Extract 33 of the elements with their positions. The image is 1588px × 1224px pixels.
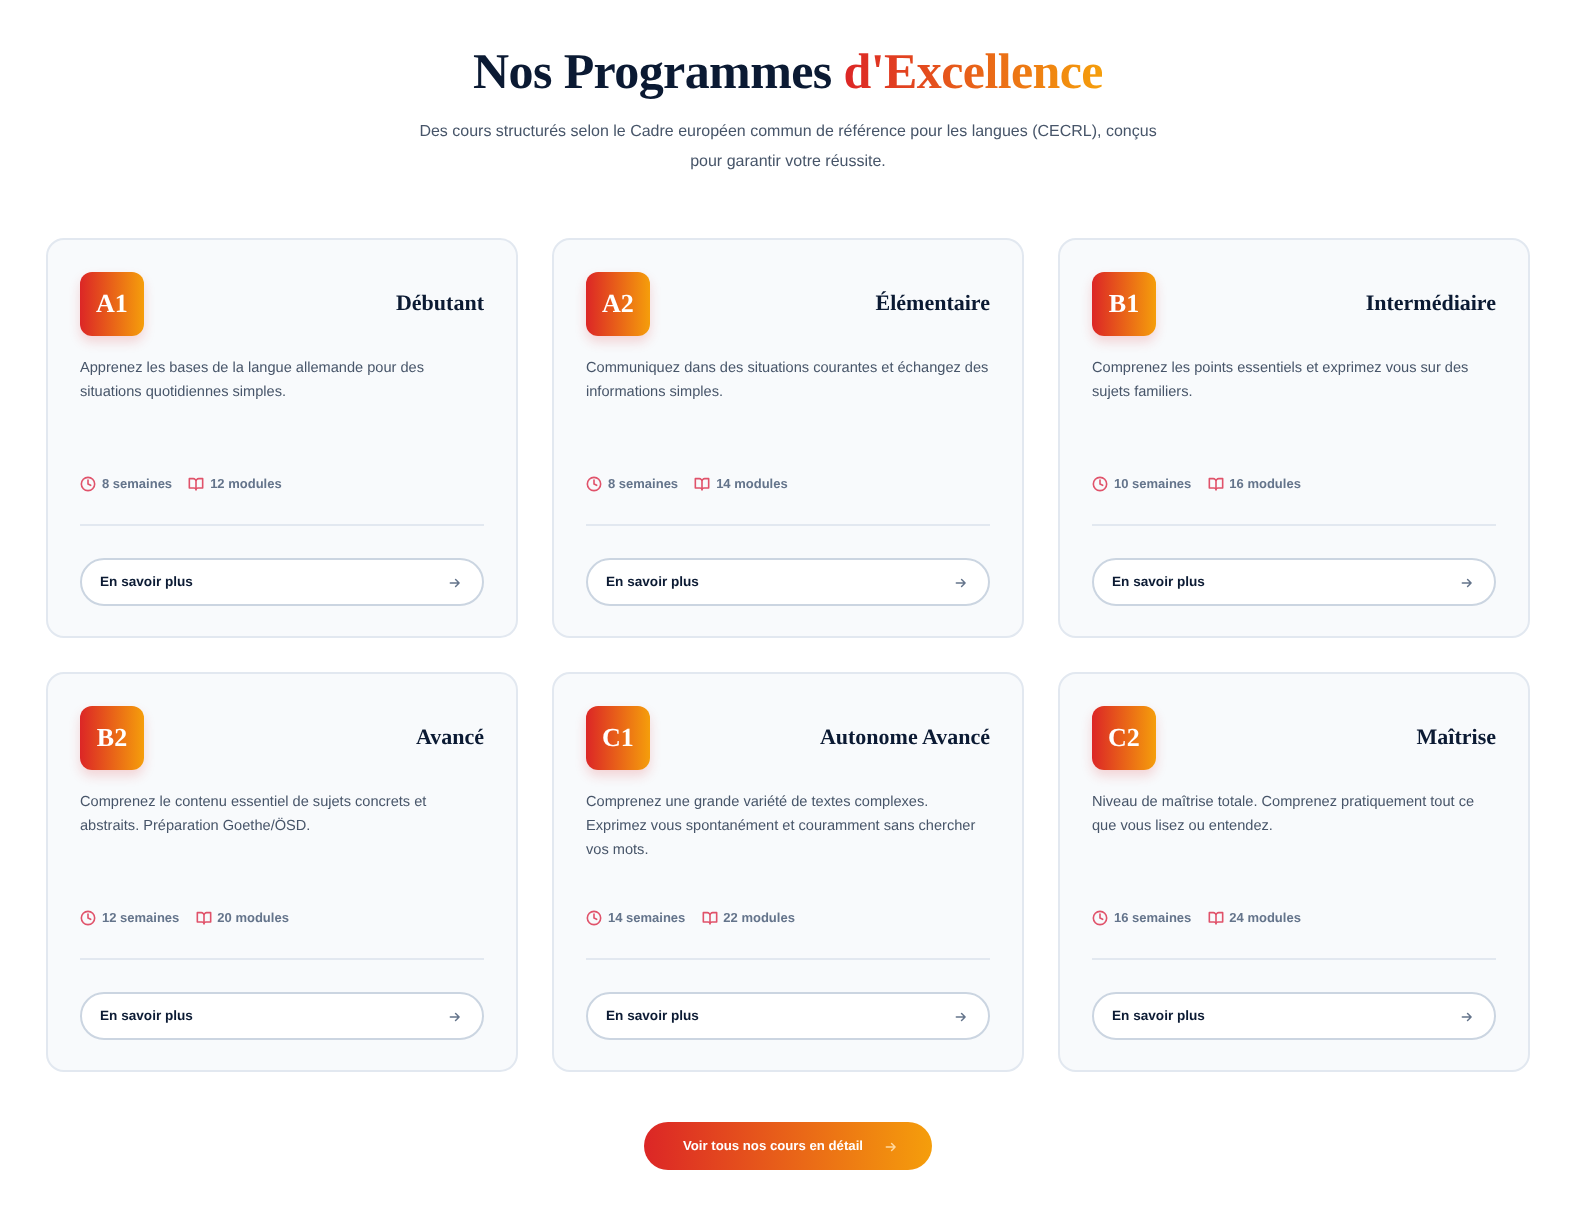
arrow-icon [448, 575, 462, 589]
level-name: Avancé [415, 726, 484, 750]
level-name: Maîtrise [1416, 726, 1496, 750]
clock-icon [1092, 476, 1108, 492]
arrow-icon [448, 1009, 462, 1023]
arrow-icon [1460, 1009, 1474, 1023]
clock-icon [586, 910, 602, 926]
book-icon [195, 910, 212, 926]
book-icon [694, 476, 711, 492]
level-badge: A1 [80, 272, 144, 336]
arrow-icon [1460, 575, 1474, 589]
level-badge: C1 [586, 706, 650, 770]
clock-icon [1092, 910, 1108, 926]
level-name: Intermédiaire [1365, 292, 1496, 316]
arrow-icon [954, 1009, 968, 1023]
section-title: Nos Programmes d'Excellence [471, 44, 1105, 104]
level-badge: C2 [1092, 706, 1156, 770]
level-badge: B2 [80, 706, 144, 770]
section-subtitle: Des cours structurés selon le Cadre européen commun de référence pour les langues (CECRL), conçus pour garantir votre réussite. [417, 120, 1159, 174]
book-icon [701, 910, 718, 926]
book-icon [1207, 910, 1224, 926]
arrow-icon [954, 575, 968, 589]
clock-icon [80, 910, 96, 926]
book-icon [1207, 476, 1224, 492]
book-icon [188, 476, 205, 492]
level-name: Débutant [395, 292, 484, 316]
arrow-icon [883, 1139, 897, 1153]
level-name: Autonome Avancé [819, 726, 990, 750]
clock-icon [586, 476, 602, 492]
level-badge: A2 [586, 272, 650, 336]
clock-icon [80, 476, 96, 492]
level-name: Élémentaire [875, 292, 990, 316]
level-badge: B1 [1092, 272, 1156, 336]
